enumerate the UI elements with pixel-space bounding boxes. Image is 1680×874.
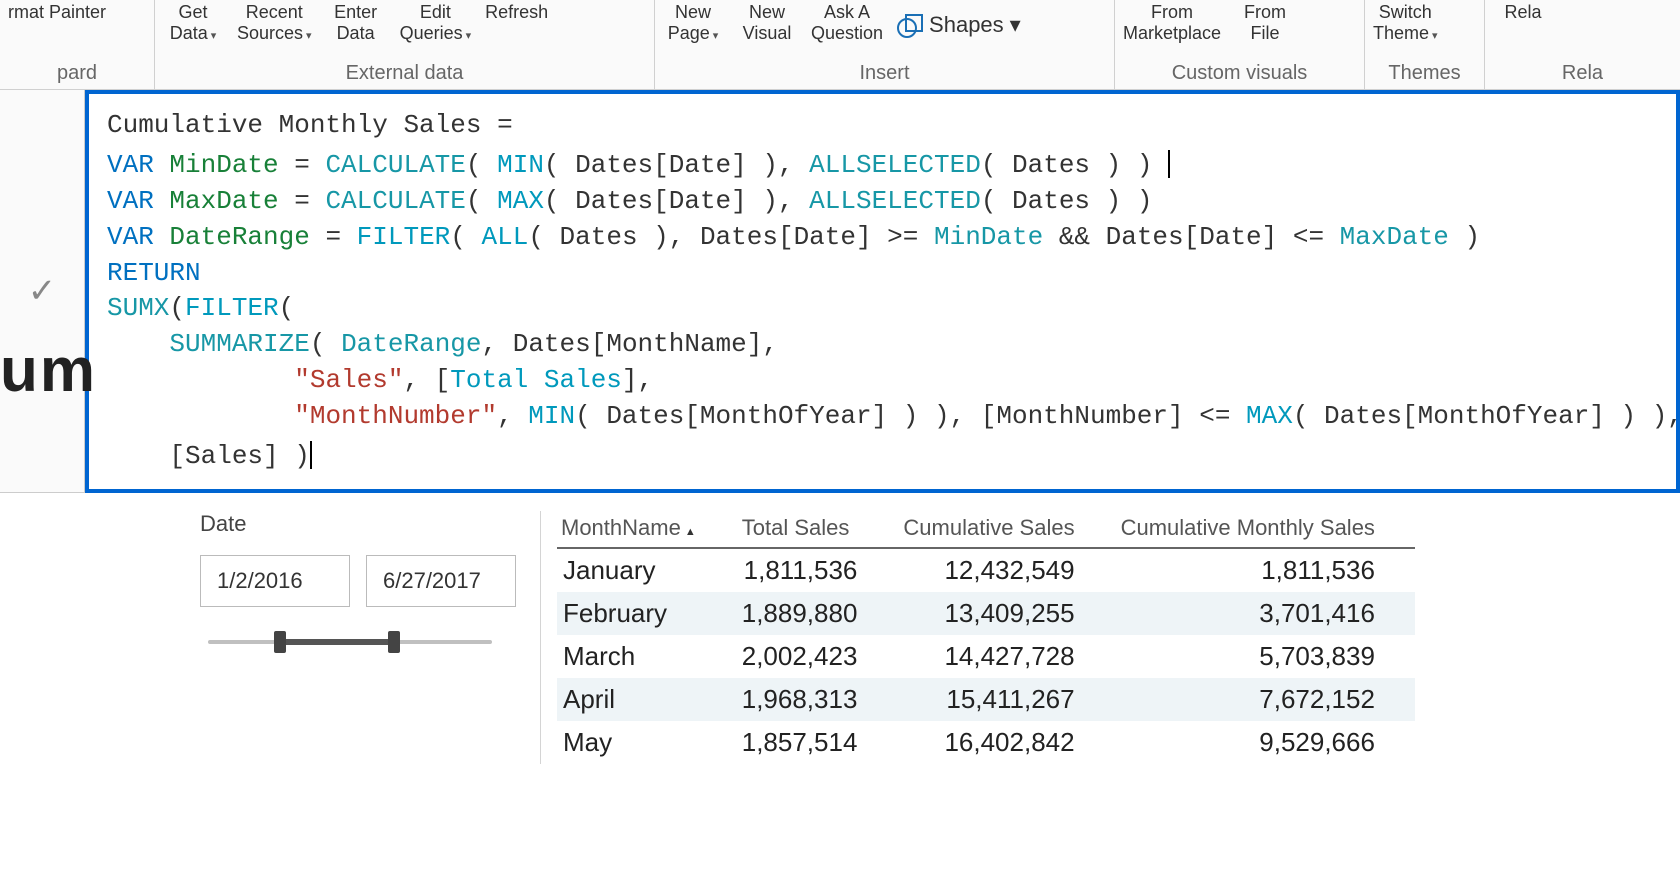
ribbon: rmat Painter pard Get Data▾ Recent Sourc… <box>0 0 1680 90</box>
table-header-row: MonthName▲ Total Sales Cumulative Sales … <box>557 511 1415 548</box>
shapes-icon <box>897 14 923 36</box>
clipped-title: um <box>0 335 97 406</box>
table-row[interactable]: February1,889,88013,409,2553,701,416 <box>557 592 1415 635</box>
ask-a-question-button[interactable]: Ask A Question <box>811 2 883 43</box>
table-row[interactable]: January1,811,53612,432,5491,811,536 <box>557 548 1415 592</box>
get-data-button[interactable]: Get Data▾ <box>163 2 223 43</box>
slicer-from-input[interactable]: 1/2/2016 <box>200 555 350 607</box>
enter-data-button[interactable]: Enter Data <box>326 2 386 43</box>
chevron-down-icon: ▾ <box>713 30 719 42</box>
switch-theme-button[interactable]: Switch Theme▾ <box>1373 2 1438 43</box>
table-visual: MonthName▲ Total Sales Cumulative Sales … <box>540 511 1415 764</box>
clipboard-group-label: pard <box>8 59 146 85</box>
formula-bar: ✓ Cumulative Monthly Sales = VAR MinDate… <box>0 90 1680 493</box>
format-painter-label: rmat Painter <box>8 2 106 23</box>
text-cursor <box>310 441 312 469</box>
table-row[interactable]: May1,857,51416,402,8429,529,666 <box>557 721 1415 764</box>
format-painter-button[interactable]: rmat Painter <box>8 2 106 23</box>
slider-handle-start[interactable] <box>274 631 286 653</box>
table-row[interactable]: March2,002,42314,427,7285,703,839 <box>557 635 1415 678</box>
slicer-range-slider[interactable] <box>200 629 500 655</box>
sort-asc-icon: ▲ <box>685 526 696 538</box>
refresh-button[interactable]: Refresh <box>485 2 548 23</box>
col-cumulative-sales[interactable]: Cumulative Sales <box>897 511 1114 548</box>
date-slicer: Date 1/2/2016 6/27/2017 <box>0 511 540 655</box>
check-icon: ✓ <box>28 271 57 311</box>
slider-handle-end[interactable] <box>388 631 400 653</box>
themes-group-label: Themes <box>1373 59 1476 85</box>
relationships-group-label: Rela <box>1493 59 1672 85</box>
insert-group-label: Insert <box>663 59 1106 85</box>
recent-sources-button[interactable]: Recent Sources▾ <box>237 2 312 43</box>
chevron-down-icon: ▾ <box>1010 12 1021 38</box>
col-total-sales[interactable]: Total Sales <box>736 511 898 548</box>
text-cursor <box>1168 150 1170 178</box>
slider-fill <box>278 639 394 645</box>
chevron-down-icon: ▾ <box>1432 30 1438 42</box>
col-cumulative-monthly-sales[interactable]: Cumulative Monthly Sales <box>1115 511 1415 548</box>
from-marketplace-button[interactable]: From Marketplace <box>1123 2 1221 43</box>
external-data-group-label: External data <box>163 59 646 85</box>
formula-editor[interactable]: Cumulative Monthly Sales = VAR MinDate =… <box>85 90 1680 493</box>
new-page-button[interactable]: New Page▾ <box>663 2 723 43</box>
shapes-button[interactable]: Shapes ▾ <box>897 2 1021 38</box>
commit-formula-button[interactable]: ✓ <box>0 90 85 493</box>
from-file-button[interactable]: From File <box>1235 2 1295 43</box>
chevron-down-icon: ▾ <box>466 30 472 42</box>
col-monthname[interactable]: MonthName▲ <box>557 511 736 548</box>
edit-queries-button[interactable]: Edit Queries▾ <box>400 2 472 43</box>
relationships-button[interactable]: Rela <box>1493 2 1553 23</box>
slicer-title: Date <box>200 511 540 537</box>
custom-visuals-group-label: Custom visuals <box>1123 59 1356 85</box>
new-visual-button[interactable]: New Visual <box>737 2 797 43</box>
chevron-down-icon: ▾ <box>211 30 217 42</box>
slicer-to-input[interactable]: 6/27/2017 <box>366 555 516 607</box>
table-row[interactable]: April1,968,31315,411,2677,672,152 <box>557 678 1415 721</box>
chevron-down-icon: ▾ <box>306 30 312 42</box>
